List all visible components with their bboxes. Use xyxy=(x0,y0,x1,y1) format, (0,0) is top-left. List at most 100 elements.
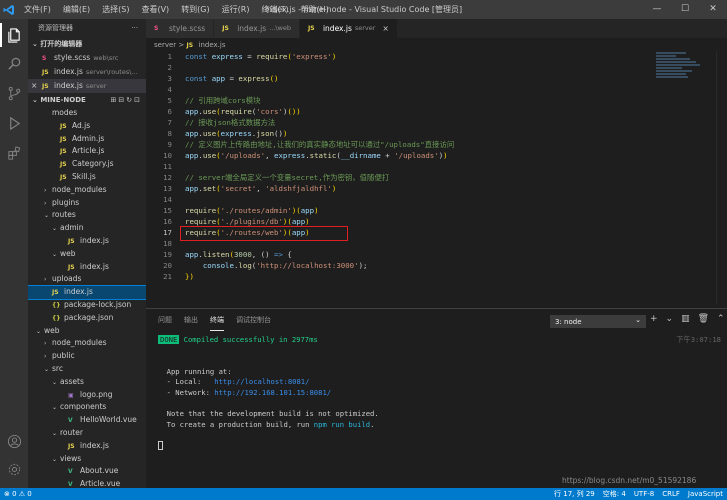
open-editor-item[interactable]: JS index.js server\routes\... xyxy=(28,65,146,79)
file-item[interactable]: JS index.js xyxy=(28,440,146,453)
tree-item-label: src xyxy=(52,363,63,373)
open-editors-section[interactable]: ⌄ 打开的编辑器 xyxy=(28,37,146,51)
file-item[interactable]: JS index.js xyxy=(28,235,146,248)
menu-item[interactable]: 选择(S) xyxy=(96,0,135,19)
extensions-icon[interactable] xyxy=(4,143,24,163)
breadcrumb-file[interactable]: index.js xyxy=(199,41,226,49)
breadcrumb-folder[interactable]: server xyxy=(154,41,176,49)
menu-item[interactable]: 转到(G) xyxy=(175,0,215,19)
menu-item[interactable]: 运行(R) xyxy=(216,0,256,19)
maximize-button[interactable]: ☐ xyxy=(671,0,699,19)
more-actions-icon[interactable]: ··· xyxy=(131,19,138,37)
line-number: 14 xyxy=(163,195,172,204)
menu-item[interactable]: 查看(V) xyxy=(135,0,175,19)
terminal-line: - Local: http://localhost:8081/ xyxy=(158,377,723,388)
terminal-output[interactable]: DONE Compiled successfully in 2977ms 下午3:… xyxy=(158,335,723,452)
new-terminal-icon[interactable]: + xyxy=(650,314,658,324)
editor-tab[interactable]: JS index.js ...\web xyxy=(214,19,300,38)
open-editor-item[interactable]: Sstyle.scss web\src xyxy=(28,51,146,65)
window-controls: — ☐ ✕ xyxy=(643,0,727,19)
panel-tab[interactable]: 调试控制台 xyxy=(236,309,271,331)
file-item[interactable]: JS Ad.js xyxy=(28,120,146,133)
file-item[interactable]: JS Admin.js xyxy=(28,133,146,146)
settings-gear-icon[interactable] xyxy=(4,459,24,479)
folder-item[interactable]: › public xyxy=(28,350,146,363)
chevron-down-icon[interactable]: ⌄ xyxy=(666,314,674,324)
open-editors-label: 打开的编辑器 xyxy=(40,40,83,48)
file-item[interactable]: {} package.json xyxy=(28,312,146,325)
close-icon[interactable]: × xyxy=(31,79,37,93)
file-item[interactable]: JS Category.js xyxy=(28,158,146,171)
file-item[interactable]: JS Skill.js xyxy=(28,171,146,184)
tree-item-label: logo.png xyxy=(80,389,113,399)
code-token: app xyxy=(291,217,306,226)
minimize-button[interactable]: — xyxy=(643,0,671,19)
open-editor-item[interactable]: × JS index.js server xyxy=(28,79,146,93)
status-item[interactable]: 行 17, 列 29 xyxy=(554,488,595,500)
file-item[interactable]: JS index.js xyxy=(28,285,146,300)
editor-scrollbar[interactable] xyxy=(716,51,727,304)
file-item[interactable]: V HelloWorld.vue xyxy=(28,414,146,427)
file-item[interactable]: ▣ logo.png xyxy=(28,389,146,402)
code-token: app xyxy=(185,184,199,193)
status-item[interactable]: CRLF xyxy=(662,488,680,500)
menu-item[interactable]: 编辑(E) xyxy=(57,0,96,19)
line-content: // 引用跨域cors模块 xyxy=(185,95,261,106)
folder-item[interactable]: ⌄ assets xyxy=(28,376,146,389)
build-note: Note that the development build is not o… xyxy=(166,409,379,419)
file-item[interactable]: {} package-lock.json xyxy=(28,299,146,312)
folder-item[interactable]: ⌄ components xyxy=(28,401,146,414)
folder-item[interactable]: ⌄ routes xyxy=(28,209,146,222)
local-url-link[interactable]: http://localhost:8081/ xyxy=(214,377,309,386)
folder-item[interactable]: ⌄ web xyxy=(28,248,146,261)
panel-tab[interactable]: 输出 xyxy=(184,309,198,331)
split-terminal-icon[interactable]: ▥ xyxy=(681,314,690,324)
folder-item[interactable]: › node_modules xyxy=(28,184,146,197)
file-item[interactable]: V Article.vue xyxy=(28,478,146,488)
folder-item[interactable]: › uploads xyxy=(28,273,146,286)
folder-item[interactable]: › plugins xyxy=(28,197,146,210)
line-content: const express = require('express') xyxy=(185,51,336,62)
status-item[interactable]: UTF-8 xyxy=(634,488,654,500)
folder-item[interactable]: ⌄ router xyxy=(28,427,146,440)
maximize-panel-icon[interactable]: ⌃ xyxy=(717,314,725,324)
code-token: = xyxy=(225,74,239,83)
editor-tab[interactable]: JS index.js server × xyxy=(299,19,398,38)
code-editor[interactable]: 1 const express = require('express') 2 3 con… xyxy=(146,51,656,304)
folder-item[interactable]: modes xyxy=(28,107,146,120)
panel-tab[interactable]: 终端 xyxy=(210,309,224,331)
status-item[interactable]: JavaScript xyxy=(688,488,723,500)
panel-tab[interactable]: 问题 xyxy=(158,309,172,331)
menu-item[interactable]: 帮助(H) xyxy=(295,0,335,19)
network-url-link[interactable]: http://192.168.101.15:8081/ xyxy=(214,388,331,397)
folder-item[interactable]: ⌄ src xyxy=(28,363,146,376)
menu-item[interactable]: 终端(T) xyxy=(255,0,294,19)
status-item[interactable]: 空格: 4 xyxy=(603,488,626,500)
file-item[interactable]: JS index.js xyxy=(28,261,146,274)
project-section[interactable]: ⌄ MINE-NODE ⊞⊟↻⊡ xyxy=(28,93,146,107)
search-icon[interactable] xyxy=(4,53,24,73)
problems-status[interactable]: ⊗ 0 ⚠ 0 xyxy=(4,488,32,500)
menu-item[interactable]: 文件(F) xyxy=(18,0,57,19)
folder-item[interactable]: ⌄ admin xyxy=(28,222,146,235)
folder-item[interactable]: › node_modules xyxy=(28,337,146,350)
source-control-icon[interactable] xyxy=(4,83,24,103)
file-item[interactable]: JS Article.js xyxy=(28,145,146,158)
files-icon[interactable] xyxy=(0,23,24,47)
trash-icon[interactable]: 🗑 xyxy=(698,314,709,324)
folder-item[interactable]: ⌄ views xyxy=(28,453,146,466)
run-debug-icon[interactable] xyxy=(4,113,24,133)
folder-item[interactable]: ⌄ web xyxy=(28,325,146,338)
editor-tab[interactable]: Sstyle.scss xyxy=(146,19,215,38)
close-icon[interactable]: × xyxy=(382,19,388,38)
close-window-button[interactable]: ✕ xyxy=(699,0,727,19)
terminal-select[interactable]: 3: node xyxy=(550,314,646,328)
file-item[interactable]: V About.vue xyxy=(28,465,146,478)
explorer-toolbar-icons[interactable]: ⊞⊟↻⊡ xyxy=(111,93,142,107)
code-token: () xyxy=(287,107,297,116)
open-editor-name: index.js xyxy=(54,67,83,76)
minimap[interactable] xyxy=(656,51,716,111)
account-icon[interactable] xyxy=(4,431,24,451)
line-number: 2 xyxy=(167,63,172,72)
code-token: require xyxy=(220,107,252,116)
